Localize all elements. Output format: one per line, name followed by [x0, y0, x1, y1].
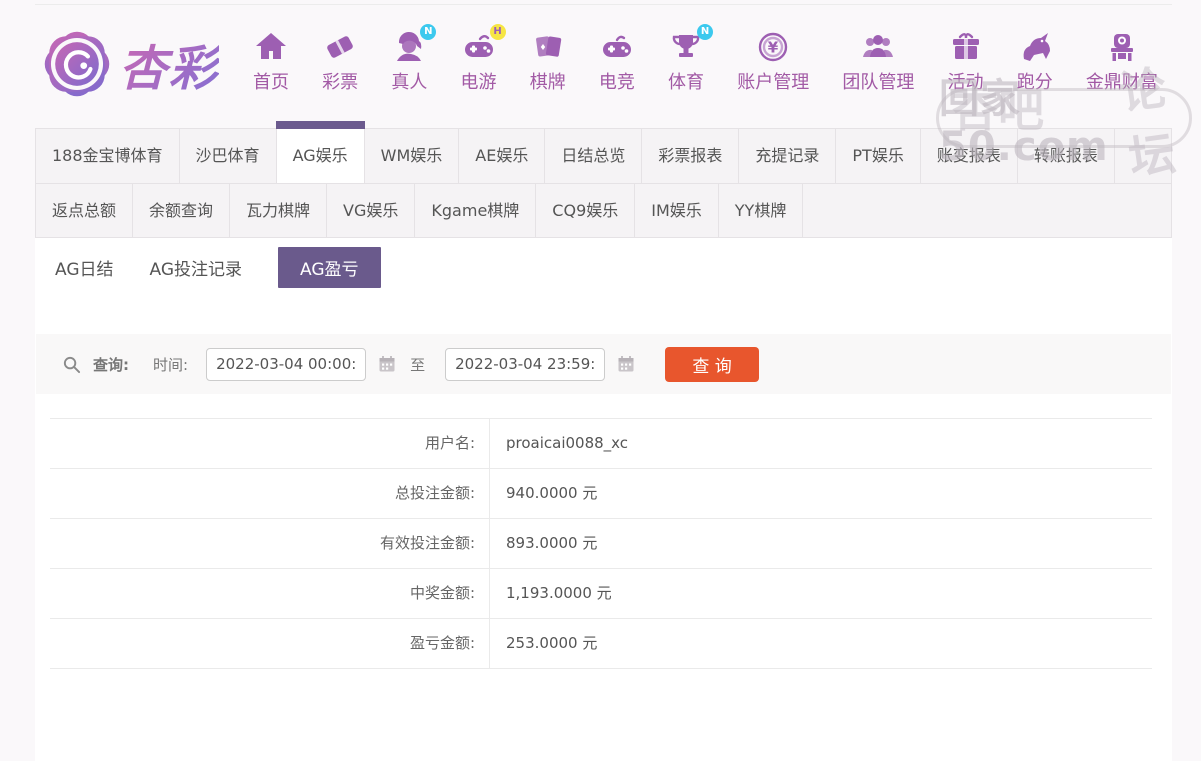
home-icon	[253, 29, 289, 65]
query-label: 查询:	[93, 354, 129, 375]
nav-item-boardgames[interactable]: 棋牌	[530, 29, 566, 94]
nav-label: 活动	[948, 68, 984, 94]
nav-item-esports[interactable]: 电竞	[599, 29, 635, 94]
top-divider	[35, 4, 1172, 5]
profit-loss-table: 用户名: proaicai0088_xc 总投注金额: 940.0000 元 有…	[50, 418, 1152, 669]
start-datetime-input[interactable]	[206, 348, 366, 381]
tab-shaba-sports[interactable]: 沙巴体育	[180, 129, 277, 183]
tab-vg-entertainment[interactable]: VG娱乐	[327, 184, 415, 237]
nav-label: 首页	[253, 68, 289, 94]
svg-text:¥: ¥	[768, 38, 779, 56]
throne-icon	[1104, 29, 1140, 65]
row-value: 253.0000 元	[490, 619, 597, 668]
team-people-icon	[860, 29, 896, 65]
nav-label: 账户管理	[737, 68, 809, 94]
cards-icon	[530, 29, 566, 65]
nav-label: 跑分	[1017, 68, 1053, 94]
time-label: 时间:	[153, 354, 188, 375]
nav-item-account-management[interactable]: ¥ 账户管理	[737, 29, 809, 94]
esports-gamepad-icon	[599, 29, 635, 65]
calendar-icon[interactable]	[617, 355, 635, 373]
subtab-ag-daily[interactable]: AG日结	[55, 247, 114, 288]
trophy-icon: N	[668, 29, 704, 65]
end-datetime-input[interactable]	[445, 348, 605, 381]
tab-ag-entertainment[interactable]: AG娱乐	[277, 129, 365, 183]
row-value: 1,193.0000 元	[490, 569, 612, 618]
nav-item-activity[interactable]: 活动	[948, 29, 984, 94]
subtab-ag-profit-loss[interactable]: AG盈亏	[278, 247, 381, 288]
ticket-icon	[322, 29, 358, 65]
horse-icon	[1017, 29, 1053, 65]
brand-logo[interactable]: 杏彩	[35, 22, 223, 106]
tab-row-2: 返点总额 余额查询 瓦力棋牌 VG娱乐 Kgame棋牌 CQ9娱乐 IM娱乐 Y…	[36, 183, 1171, 237]
nav-item-sports[interactable]: N 体育	[668, 29, 704, 94]
table-row-winning-amount: 中奖金额: 1,193.0000 元	[50, 569, 1152, 619]
tab-account-change-report[interactable]: 账变报表	[921, 129, 1018, 183]
row-value: 893.0000 元	[490, 519, 597, 568]
nav-label: 团队管理	[842, 68, 914, 94]
new-badge: N	[420, 24, 436, 40]
nav-item-egames[interactable]: H 电游	[461, 29, 497, 94]
ag-subtabs: AG日结 AG投注记录 AG盈亏	[55, 247, 381, 288]
nav-item-home[interactable]: 首页	[253, 29, 289, 94]
tab-pt-entertainment[interactable]: PT娱乐	[836, 129, 920, 183]
gift-icon	[948, 29, 984, 65]
tab-yy-boardgames[interactable]: YY棋牌	[719, 184, 804, 237]
lotus-logo-icon	[35, 22, 119, 106]
nav-label: 棋牌	[530, 68, 566, 94]
tab-cq9-entertainment[interactable]: CQ9娱乐	[536, 184, 635, 237]
row-label: 用户名:	[50, 419, 490, 468]
hot-badge: H	[490, 24, 506, 40]
tab-188jinbaobo-sports[interactable]: 188金宝博体育	[36, 129, 180, 183]
table-row-username: 用户名: proaicai0088_xc	[50, 419, 1152, 469]
header: 杏彩 首页 彩票	[35, 10, 1172, 118]
row-value: proaicai0088_xc	[490, 419, 628, 468]
row-label: 有效投注金额:	[50, 519, 490, 568]
tab-wm-entertainment[interactable]: WM娱乐	[365, 129, 460, 183]
tab-daily-summary[interactable]: 日结总览	[545, 129, 642, 183]
query-submit-button[interactable]: 查 询	[665, 347, 759, 382]
query-bar: 查询: 时间: 至 查 询	[36, 334, 1171, 394]
gamepad-icon: H	[461, 29, 497, 65]
table-row-profit-loss: 盈亏金额: 253.0000 元	[50, 619, 1152, 669]
tab-balance-query[interactable]: 余额查询	[133, 184, 230, 237]
tab-lottery-report[interactable]: 彩票报表	[642, 129, 739, 183]
tab-kgame-boardgames[interactable]: Kgame棋牌	[415, 184, 536, 237]
calendar-icon[interactable]	[378, 355, 396, 373]
tab-transfer-report[interactable]: 转账报表	[1018, 129, 1115, 183]
nav-item-live[interactable]: N 真人	[391, 29, 427, 94]
nav-label: 电竞	[599, 68, 635, 94]
tab-ae-entertainment[interactable]: AE娱乐	[459, 129, 545, 183]
brand-name: 杏彩	[119, 29, 219, 99]
nav-item-team-management[interactable]: 团队管理	[842, 29, 914, 94]
nav-label: 电游	[461, 68, 497, 94]
tab-deposit-withdraw-records[interactable]: 充提记录	[739, 129, 836, 183]
row-label: 总投注金额:	[50, 469, 490, 518]
report-tabbar: 188金宝博体育 沙巴体育 AG娱乐 WM娱乐 AE娱乐 日结总览 彩票报表 充…	[35, 128, 1172, 238]
page: 杏彩 首页 彩票	[0, 0, 1201, 761]
nav-item-lottery[interactable]: 彩票	[322, 29, 358, 94]
tab-im-entertainment[interactable]: IM娱乐	[635, 184, 719, 237]
row-value: 940.0000 元	[490, 469, 597, 518]
nav-item-wealth[interactable]: 金鼎财富	[1086, 29, 1158, 94]
row-label: 盈亏金额:	[50, 619, 490, 668]
search-icon	[62, 355, 81, 374]
to-label: 至	[410, 354, 425, 375]
new-badge: N	[697, 24, 713, 40]
nav-label: 金鼎财富	[1086, 68, 1158, 94]
tab-rebate-total[interactable]: 返点总额	[36, 184, 133, 237]
row-label: 中奖金额:	[50, 569, 490, 618]
live-person-icon: N	[391, 29, 427, 65]
tab-row-1: 188金宝博体育 沙巴体育 AG娱乐 WM娱乐 AE娱乐 日结总览 彩票报表 充…	[36, 129, 1171, 183]
yuan-coin-icon: ¥	[755, 29, 791, 65]
nav-item-paofen[interactable]: 跑分	[1017, 29, 1053, 94]
table-row-total-bet: 总投注金额: 940.0000 元	[50, 469, 1152, 519]
nav-label: 体育	[668, 68, 704, 94]
main-nav: 首页 彩票 N 真人	[223, 29, 1172, 100]
nav-label: 真人	[391, 68, 427, 94]
subtab-ag-bet-records[interactable]: AG投注记录	[150, 247, 243, 288]
table-row-valid-bet: 有效投注金额: 893.0000 元	[50, 519, 1152, 569]
nav-label: 彩票	[322, 68, 358, 94]
tab-wali-boardgames[interactable]: 瓦力棋牌	[230, 184, 327, 237]
